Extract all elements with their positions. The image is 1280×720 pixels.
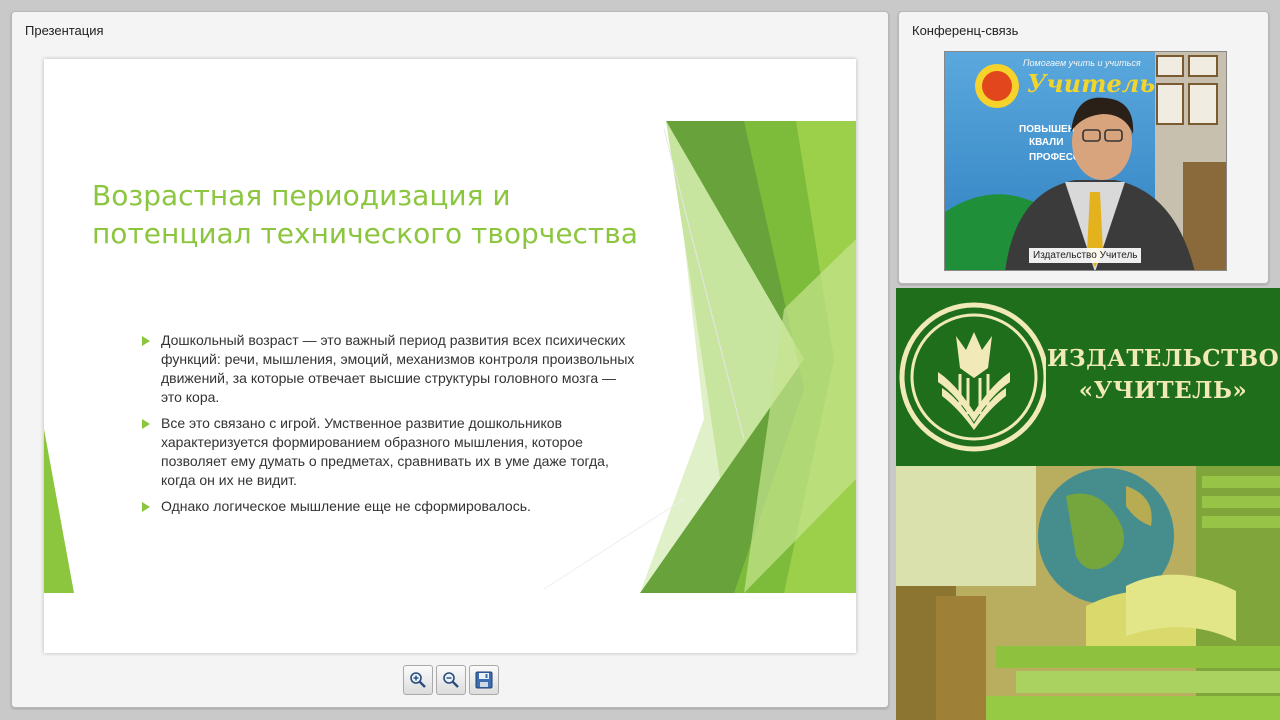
publisher-banner: ИЗДАТЕЛЬСТВО «УЧИТЕЛЬ» — [896, 288, 1280, 720]
publisher-name-line-1: ИЗДАТЕЛЬСТВО — [1046, 345, 1280, 372]
slide-bullet: Однако логическое мышление еще не сформи… — [140, 497, 640, 516]
webcam-video[interactable]: Помогаем учить и учиться Учитель ПОВЫШЕН… — [944, 51, 1227, 271]
slide-bullet-text: Все это связано с игрой. Умственное разв… — [161, 415, 609, 488]
conference-panel-title: Конференц-связь — [912, 23, 1019, 38]
slide-bullet-text: Дошкольный возраст — это важный период р… — [161, 332, 635, 405]
slide-toolbar — [403, 665, 499, 695]
slide-title: Возрастная периодизация и потенциал техн… — [92, 179, 638, 250]
participant-name-label: Издательство Учитель — [1029, 248, 1142, 263]
slide-bullet-list: Дошкольный возраст — это важный период р… — [140, 331, 640, 523]
zoom-in-button[interactable] — [403, 665, 433, 695]
backdrop-line-3: ПРОФЕСС — [1029, 152, 1080, 163]
backdrop-line-2: КВАЛИ — [1029, 137, 1063, 148]
presentation-panel: Презентация Возрастная периодизация и по… — [11, 11, 889, 708]
backdrop-slogan-text: Помогаем учить и учиться — [1023, 58, 1141, 68]
video-frame-image: Помогаем учить и учиться Учитель ПОВЫШЕН… — [945, 52, 1226, 270]
zoom-out-button[interactable] — [436, 665, 466, 695]
banner-books-image — [896, 466, 1280, 720]
zoom-in-icon — [410, 672, 426, 688]
banner-header: ИЗДАТЕЛЬСТВО «УЧИТЕЛЬ» — [896, 288, 1280, 466]
backdrop-brand-text: Учитель — [1027, 69, 1155, 98]
presentation-panel-title: Презентация — [25, 23, 104, 38]
publisher-name: ИЗДАТЕЛЬСТВО «УЧИТЕЛЬ» — [1046, 343, 1280, 407]
triangle-bullet-icon — [142, 419, 150, 429]
slide-bullet-text: Однако логическое мышление еще не сформи… — [161, 498, 531, 514]
publisher-logo — [899, 302, 1046, 452]
save-button[interactable] — [469, 665, 499, 695]
slide-bullet: Дошкольный возраст — это важный период р… — [140, 331, 640, 407]
slide-bullet: Все это связано с игрой. Умственное разв… — [140, 414, 640, 490]
floppy-disk-icon — [475, 671, 493, 689]
conference-panel: Конференц-связь Помогаем учить и учиться… — [898, 11, 1269, 284]
books-and-globe-image — [896, 466, 1280, 720]
triangle-bullet-icon — [142, 336, 150, 346]
slide: Возрастная периодизация и потенциал техн… — [44, 59, 856, 653]
triangle-bullet-icon — [142, 502, 150, 512]
publisher-name-line-2: «УЧИТЕЛЬ» — [1078, 377, 1248, 404]
zoom-out-icon — [443, 672, 459, 688]
